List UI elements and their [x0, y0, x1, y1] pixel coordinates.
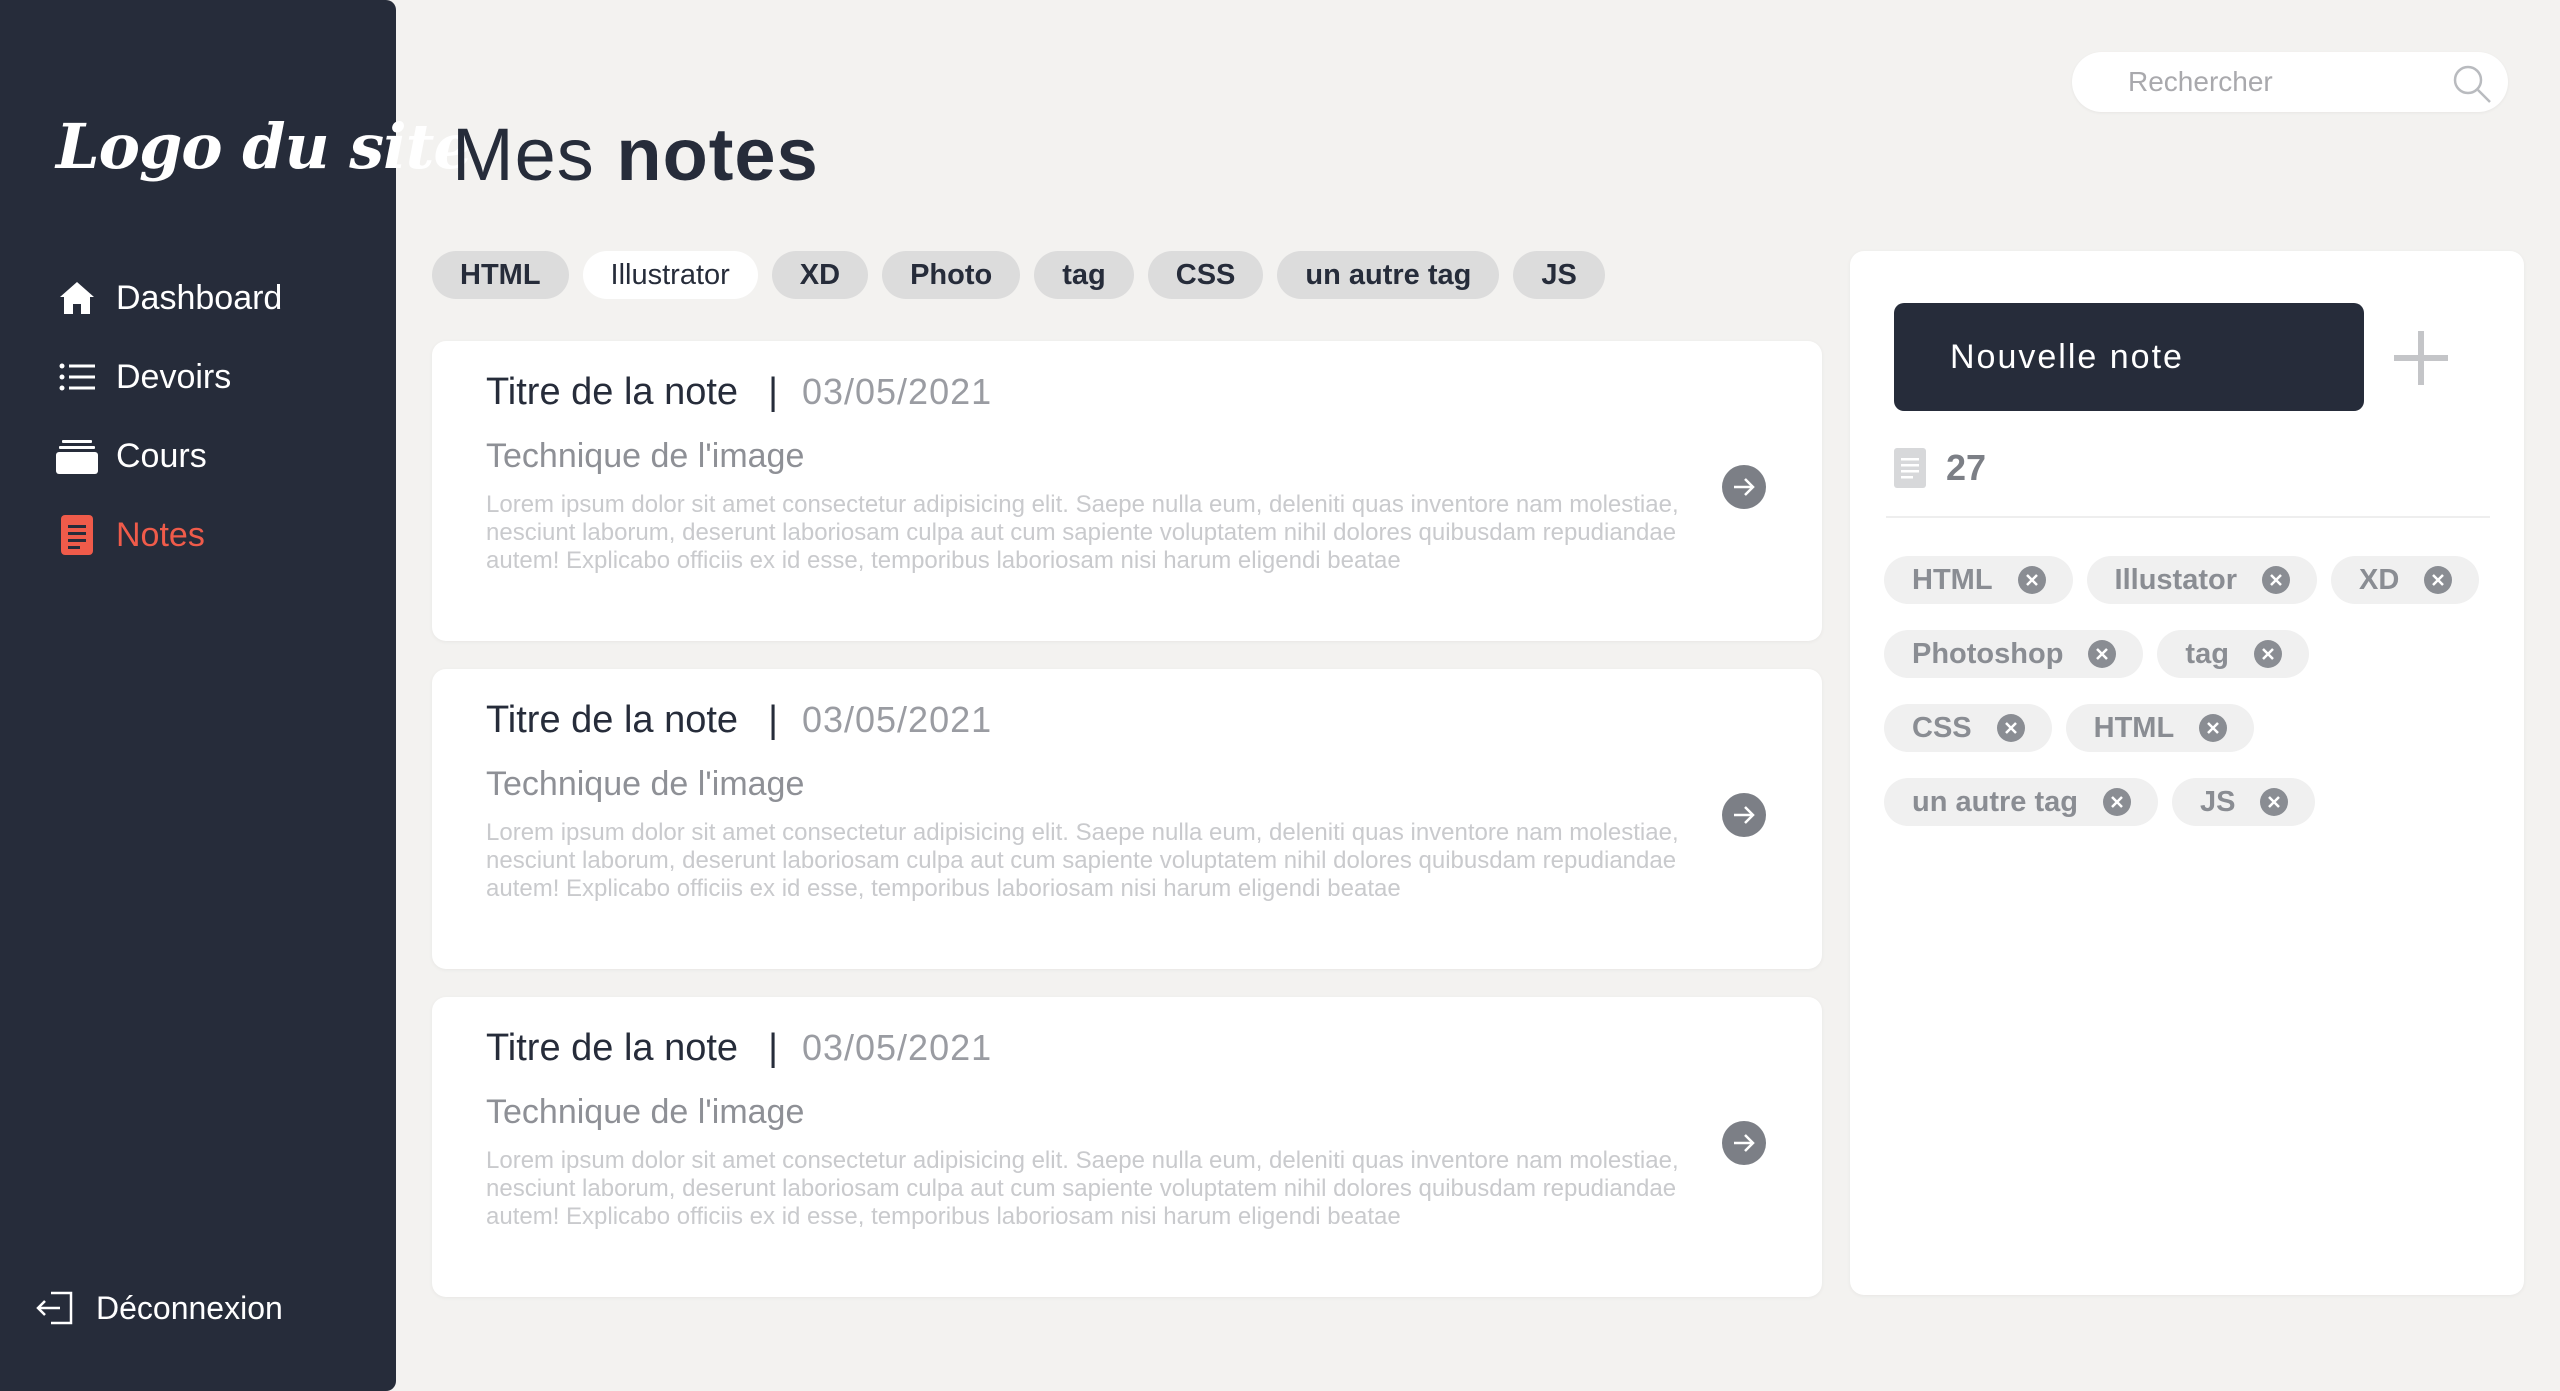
notes-count: 27 [1894, 447, 1986, 489]
close-icon[interactable] [1996, 713, 2026, 743]
plus-icon[interactable] [2390, 327, 2452, 389]
note-separator: | [768, 699, 778, 741]
arrow-right-icon[interactable] [1722, 1121, 1766, 1165]
sidebar-item-label: Devoirs [116, 357, 232, 396]
tag-item: HTML [1884, 556, 2073, 604]
list-icon [56, 357, 98, 397]
sidebar-item-label: Notes [116, 515, 205, 554]
tag-list: HTML Illustator XD Photoshop tag CSS HTM… [1884, 556, 2504, 852]
sidebar-item-devoirs[interactable]: Devoirs [56, 354, 282, 400]
sidebar: Logo du site Dashboard Devoirs Cours Not… [0, 0, 473, 1391]
tag-item: XD [2331, 556, 2480, 604]
tag-filter-bar: HTML Illustrator XD Photo tag CSS un aut… [432, 251, 1619, 299]
page-title-light: Mes [452, 113, 595, 196]
tag-label: un autre tag [1912, 785, 2078, 818]
document-icon [1894, 448, 1926, 488]
tag-item: JS [2171, 778, 2316, 826]
tag-item: un autre tag [1884, 778, 2158, 826]
tag-label: JS [2199, 785, 2236, 818]
tag-label: CSS [1912, 711, 1972, 744]
close-icon[interactable] [2017, 565, 2047, 595]
tag-item: Illustator [2086, 556, 2317, 604]
note-separator: | [768, 371, 778, 413]
close-icon[interactable] [2423, 565, 2453, 595]
tag-item: tag [2157, 630, 2309, 678]
logout-label: Déconnexion [96, 1289, 283, 1326]
note-card[interactable]: Titre de la note | 03/05/2021 Technique … [432, 997, 1822, 1297]
search-bar [2072, 52, 2508, 112]
filter-tag-js[interactable]: JS [1513, 251, 1605, 299]
note-header: Titre de la note | 03/05/2021 [486, 1027, 992, 1070]
notes-count-value: 27 [1946, 447, 1987, 488]
page-title: Mes notes [452, 112, 819, 197]
note-excerpt: Lorem ipsum dolor sit amet consectetur a… [486, 1147, 1679, 1230]
note-title: Titre de la note [486, 699, 739, 741]
tag-label: HTML [2093, 711, 2175, 744]
tag-row: un autre tag JS [1884, 778, 2504, 826]
arrow-right-icon[interactable] [1722, 793, 1766, 837]
sidebar-item-label: Cours [116, 436, 207, 475]
tag-item: CSS [1884, 704, 2052, 752]
note-header: Titre de la note | 03/05/2021 [486, 699, 992, 742]
close-icon[interactable] [2198, 713, 2228, 743]
arrow-right-icon[interactable] [1722, 465, 1766, 509]
note-card[interactable]: Titre de la note | 03/05/2021 Technique … [432, 341, 1822, 641]
sidebar-nav: Dashboard Devoirs Cours Notes [56, 275, 282, 591]
note-date: 03/05/2021 [801, 699, 993, 740]
tag-row: HTML Illustator XD [1884, 556, 2504, 604]
close-icon[interactable] [2261, 565, 2291, 595]
tag-label: HTML [1912, 563, 1993, 596]
close-icon[interactable] [2253, 639, 2283, 669]
note-excerpt: Lorem ipsum dolor sit amet consectetur a… [486, 491, 1679, 574]
site-logo[interactable]: Logo du site [56, 110, 473, 183]
note-date: 03/05/2021 [801, 1027, 993, 1068]
note-title: Titre de la note [486, 371, 739, 413]
sidebar-item-notes[interactable]: Notes [56, 512, 282, 558]
filter-tag-tag[interactable]: tag [1034, 251, 1134, 299]
notes-icon [56, 515, 98, 555]
notes-list: Titre de la note | 03/05/2021 Technique … [432, 341, 1822, 1325]
new-note-button[interactable]: Nouvelle note [1894, 303, 2364, 411]
note-card[interactable]: Titre de la note | 03/05/2021 Technique … [432, 669, 1822, 969]
note-title: Titre de la note [486, 1027, 739, 1069]
search-input[interactable] [2128, 66, 2428, 98]
filter-tag-photo[interactable]: Photo [882, 251, 1021, 299]
filter-tag-xd[interactable]: XD [771, 251, 869, 299]
tag-row: CSS HTML [1884, 704, 2504, 752]
logout-icon [34, 1288, 76, 1328]
filter-tag-css[interactable]: CSS [1147, 251, 1264, 299]
close-icon[interactable] [2087, 639, 2117, 669]
page-title-bold: notes [616, 113, 819, 196]
notes-panel: Nouvelle note 27 HTML Illustator XD Phot… [1850, 251, 2524, 1295]
note-excerpt: Lorem ipsum dolor sit amet consectetur a… [486, 819, 1679, 902]
sidebar-item-cours[interactable]: Cours [56, 433, 282, 479]
tag-item: Photoshop [1884, 630, 2144, 678]
tag-label: Illustator [2114, 563, 2237, 596]
note-subtitle: Technique de l'image [486, 437, 805, 475]
filter-tag-html[interactable]: HTML [432, 251, 569, 299]
note-subtitle: Technique de l'image [486, 765, 805, 803]
note-date: 03/05/2021 [801, 371, 993, 412]
note-separator: | [768, 1027, 778, 1069]
sidebar-item-label: Dashboard [116, 278, 283, 317]
tag-label: tag [2185, 637, 2229, 670]
logout-button[interactable]: Déconnexion [34, 1288, 283, 1328]
tag-label: Photoshop [1912, 637, 2064, 670]
close-icon[interactable] [2102, 787, 2132, 817]
divider [1886, 516, 2490, 518]
sidebar-item-dashboard[interactable]: Dashboard [56, 275, 282, 321]
filter-tag-illustrator[interactable]: Illustrator [582, 251, 758, 299]
filter-tag-un-autre-tag[interactable]: un autre tag [1277, 251, 1500, 299]
home-icon [56, 278, 98, 318]
folder-icon [56, 436, 98, 476]
tag-item: HTML [2065, 704, 2255, 752]
tag-label: XD [2359, 563, 2400, 596]
search-icon[interactable] [2452, 64, 2492, 104]
close-icon[interactable] [2259, 787, 2289, 817]
note-subtitle: Technique de l'image [486, 1093, 805, 1131]
note-header: Titre de la note | 03/05/2021 [486, 371, 992, 414]
tag-row: Photoshop tag [1884, 630, 2504, 678]
